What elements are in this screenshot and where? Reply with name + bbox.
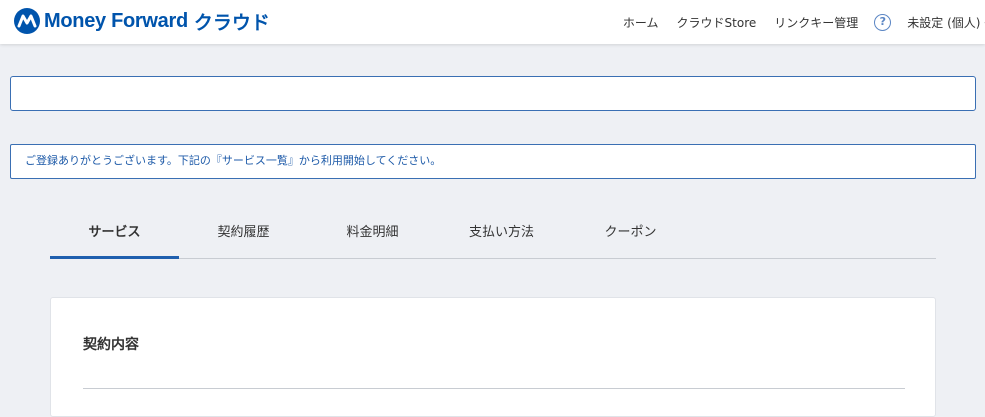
contract-card: 契約内容 — [50, 297, 936, 417]
nav-link-key-link[interactable]: リンクキー管理 — [774, 14, 858, 31]
tab-payment-method[interactable]: 支払い方法 — [437, 210, 566, 258]
help-icon[interactable]: ? — [874, 13, 892, 31]
nav-cloud-store-link[interactable]: クラウドStore — [677, 14, 757, 31]
tab-billing-details[interactable]: 料金明細 — [308, 210, 437, 258]
service-tabs: サービス 契約履歴 料金明細 支払い方法 クーポン — [50, 210, 936, 259]
header-nav: ホーム クラウドStore リンクキー管理 ? 未設定 (個人)▾ — [605, 0, 985, 44]
divider — [83, 388, 905, 389]
contract-card-title: 契約内容 — [83, 337, 139, 353]
welcome-notice: ご登録ありがとうございます。下記の『サービス一覧』から利用開始してください。 — [10, 144, 976, 179]
tab-coupon[interactable]: クーポン — [566, 210, 695, 258]
logo-text: Money Forward — [44, 9, 188, 32]
user-name: 未設定 (個人) — [907, 15, 981, 30]
user-menu[interactable]: 未設定 (個人)▾ — [907, 14, 985, 31]
top-header: Money Forward クラウド ホーム クラウドStore リンクキー管理… — [0, 0, 985, 44]
nav-home-link[interactable]: ホーム — [623, 14, 659, 31]
tab-services[interactable]: サービス — [50, 210, 179, 259]
tab-contract-history[interactable]: 契約履歴 — [179, 210, 308, 258]
money-forward-logo-icon — [14, 8, 40, 34]
empty-message-box — [10, 76, 976, 111]
logo-text-jp: クラウド — [193, 11, 270, 34]
app-logo[interactable]: Money Forward クラウド — [14, 6, 270, 36]
